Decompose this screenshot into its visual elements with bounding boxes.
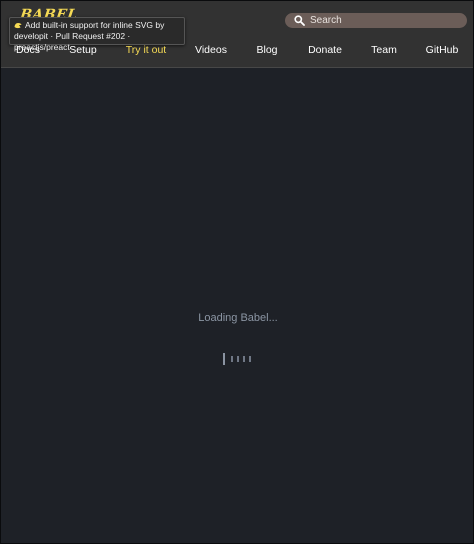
search-placeholder: Search: [310, 15, 342, 26]
babel-emoji-icon: [14, 23, 22, 29]
nav-item-setup[interactable]: Setup: [69, 44, 96, 56]
spinner-bar: [249, 356, 251, 362]
nav-item-donate[interactable]: Donate: [308, 44, 342, 56]
loading-spinner: [222, 352, 256, 366]
loading-message: Loading Babel...: [198, 312, 278, 324]
tooltip-line-1: Add built-in support for inline SVG by: [25, 20, 165, 30]
nav-item-github[interactable]: GitHub: [426, 44, 459, 56]
nav-item-videos[interactable]: Videos: [195, 44, 227, 56]
site-header: BABEL Add built-in support for inline SV…: [1, 1, 473, 68]
spinner-bar: [231, 356, 233, 362]
main-nav: Docs Setup Try it out Videos Blog Donate…: [1, 44, 473, 62]
link-tooltip: Add built-in support for inline SVG by d…: [9, 17, 185, 52]
nav-item-try-it-out[interactable]: Try it out: [126, 44, 166, 56]
search-icon: [294, 15, 305, 26]
spinner-bar: [243, 356, 245, 362]
nav-item-team[interactable]: Team: [371, 44, 397, 56]
browser-viewport: BABEL Add built-in support for inline SV…: [0, 0, 474, 544]
spinner-bar: [223, 353, 225, 365]
nav-item-docs[interactable]: Docs: [16, 44, 40, 56]
nav-item-blog[interactable]: Blog: [256, 44, 277, 56]
spinner-bar: [237, 356, 239, 362]
search-input[interactable]: Search: [285, 13, 467, 28]
